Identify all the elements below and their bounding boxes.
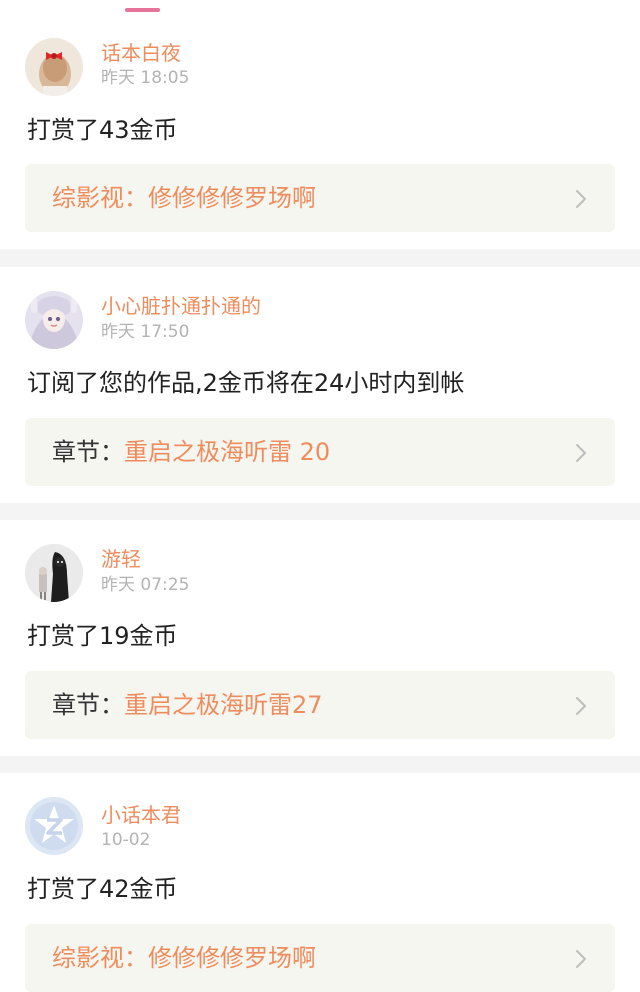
notification-card: 小心脏扑通扑通的 昨天 17:50 订阅了您的作品,2金币将在24小时内到帐 章… xyxy=(0,267,640,503)
work-link[interactable]: 综影视：修修修修罗场啊 xyxy=(25,924,615,992)
work-title: 修修修修罗场啊 xyxy=(148,184,316,212)
user-avatar[interactable] xyxy=(25,544,83,602)
work-category-label: 章节： xyxy=(52,691,124,719)
notification-message: 订阅了您的作品,2金币将在24小时内到帐 xyxy=(27,369,465,397)
timestamp: 昨天 18:05 xyxy=(101,68,190,88)
timestamp: 昨天 17:50 xyxy=(101,322,190,342)
timestamp: 昨天 07:25 xyxy=(101,575,190,595)
user-avatar[interactable] xyxy=(25,38,83,96)
top-tab-bar xyxy=(0,0,640,20)
chevron-right-icon xyxy=(576,697,586,715)
work-link[interactable]: 章节：重启之极海听雷27 xyxy=(25,671,615,739)
username[interactable]: 话本白夜 xyxy=(101,41,181,65)
chevron-right-icon xyxy=(576,444,586,462)
username[interactable]: 小心脏扑通扑通的 xyxy=(101,294,261,318)
work-title: 修修修修罗场啊 xyxy=(148,944,316,972)
timestamp: 10-02 xyxy=(101,830,151,850)
notification-message: 打赏了42金币 xyxy=(27,875,178,903)
notification-message: 打赏了19金币 xyxy=(27,622,178,650)
notification-card: 游轻 昨天 07:25 打赏了19金币 章节：重启之极海听雷27 xyxy=(0,520,640,756)
username[interactable]: 游轻 xyxy=(101,547,141,571)
work-title: 重启之极海听雷27 xyxy=(124,691,323,719)
work-link[interactable]: 综影视：修修修修罗场啊 xyxy=(25,164,615,232)
notification-card: 话本白夜 昨天 18:05 打赏了43金币 综影视：修修修修罗场啊 xyxy=(0,20,640,249)
active-tab-indicator xyxy=(125,8,160,12)
user-avatar[interactable] xyxy=(25,291,83,349)
work-title: 重启之极海听雷 20 xyxy=(124,438,331,466)
user-avatar[interactable] xyxy=(25,797,83,855)
work-category-label: 综影视： xyxy=(52,184,148,212)
notification-card: 小话本君 10-02 打赏了42金币 综影视：修修修修罗场啊 xyxy=(0,773,640,992)
work-category-label: 章节： xyxy=(52,438,124,466)
chevron-right-icon xyxy=(576,950,586,968)
chevron-right-icon xyxy=(576,190,586,208)
work-category-label: 综影视： xyxy=(52,944,148,972)
notification-message: 打赏了43金币 xyxy=(27,116,178,144)
username[interactable]: 小话本君 xyxy=(101,803,181,827)
work-link[interactable]: 章节：重启之极海听雷 20 xyxy=(25,418,615,486)
